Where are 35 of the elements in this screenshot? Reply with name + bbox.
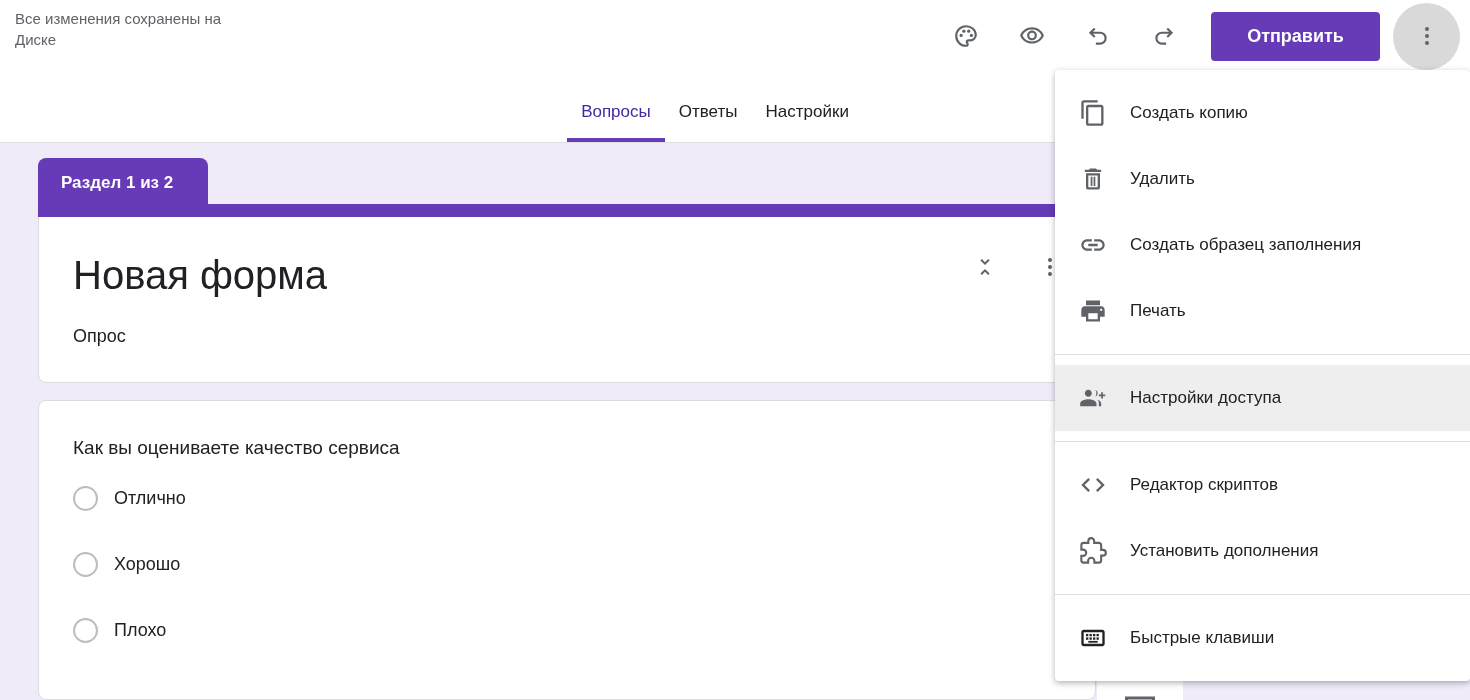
tab[interactable]: Ответы [664, 78, 752, 142]
copy-icon [1079, 99, 1107, 127]
menu-item[interactable]: Удалить [1055, 146, 1470, 212]
menu-item[interactable]: Создать образец заполнения [1055, 212, 1470, 278]
radio-button[interactable] [73, 551, 98, 577]
tab[interactable]: Настройки [751, 78, 863, 142]
more-icon[interactable] [1048, 258, 1052, 277]
menu-item-label: Настройки доступа [1130, 388, 1282, 408]
palette-icon[interactable] [953, 23, 979, 49]
menu-item-label: Печать [1130, 301, 1186, 321]
option-label: Отлично [114, 487, 186, 509]
menu-item-label: Создать образец заполнения [1130, 235, 1362, 255]
send-button[interactable]: Отправить [1211, 11, 1380, 61]
menu-item-label: Быстрые клавиши [1130, 628, 1275, 648]
question-title: Как вы оцениваете качество сервиса [73, 437, 401, 459]
menu-item-label: Удалить [1130, 169, 1195, 189]
form-description: Опрос [73, 326, 126, 348]
option-label: Плохо [114, 619, 167, 641]
form-title: Новая форма [73, 252, 328, 300]
menu-item-label: Редактор скриптов [1130, 475, 1279, 495]
menu-item[interactable]: Печать [1055, 278, 1470, 344]
save-status: Все изменения сохранены на Диске [15, 9, 222, 50]
menu-item[interactable]: Установить дополнения [1055, 518, 1470, 584]
menu-item[interactable]: Настройки доступа [1055, 365, 1470, 431]
radio-button[interactable] [73, 485, 98, 511]
puzzle-icon [1079, 537, 1107, 565]
menu-item-label: Создать копию [1130, 103, 1248, 123]
option-label: Хорошо [114, 553, 181, 575]
menu-item[interactable]: Быстрые клавиши [1055, 605, 1470, 671]
menu-item[interactable]: Создать копию [1055, 80, 1470, 146]
tab[interactable]: Вопросы [567, 78, 665, 142]
radio-button[interactable] [73, 617, 98, 643]
more-icon [1424, 27, 1429, 45]
menu-item-label: Установить дополнения [1130, 541, 1319, 561]
menu-item[interactable]: Редактор скриптов [1055, 452, 1470, 518]
